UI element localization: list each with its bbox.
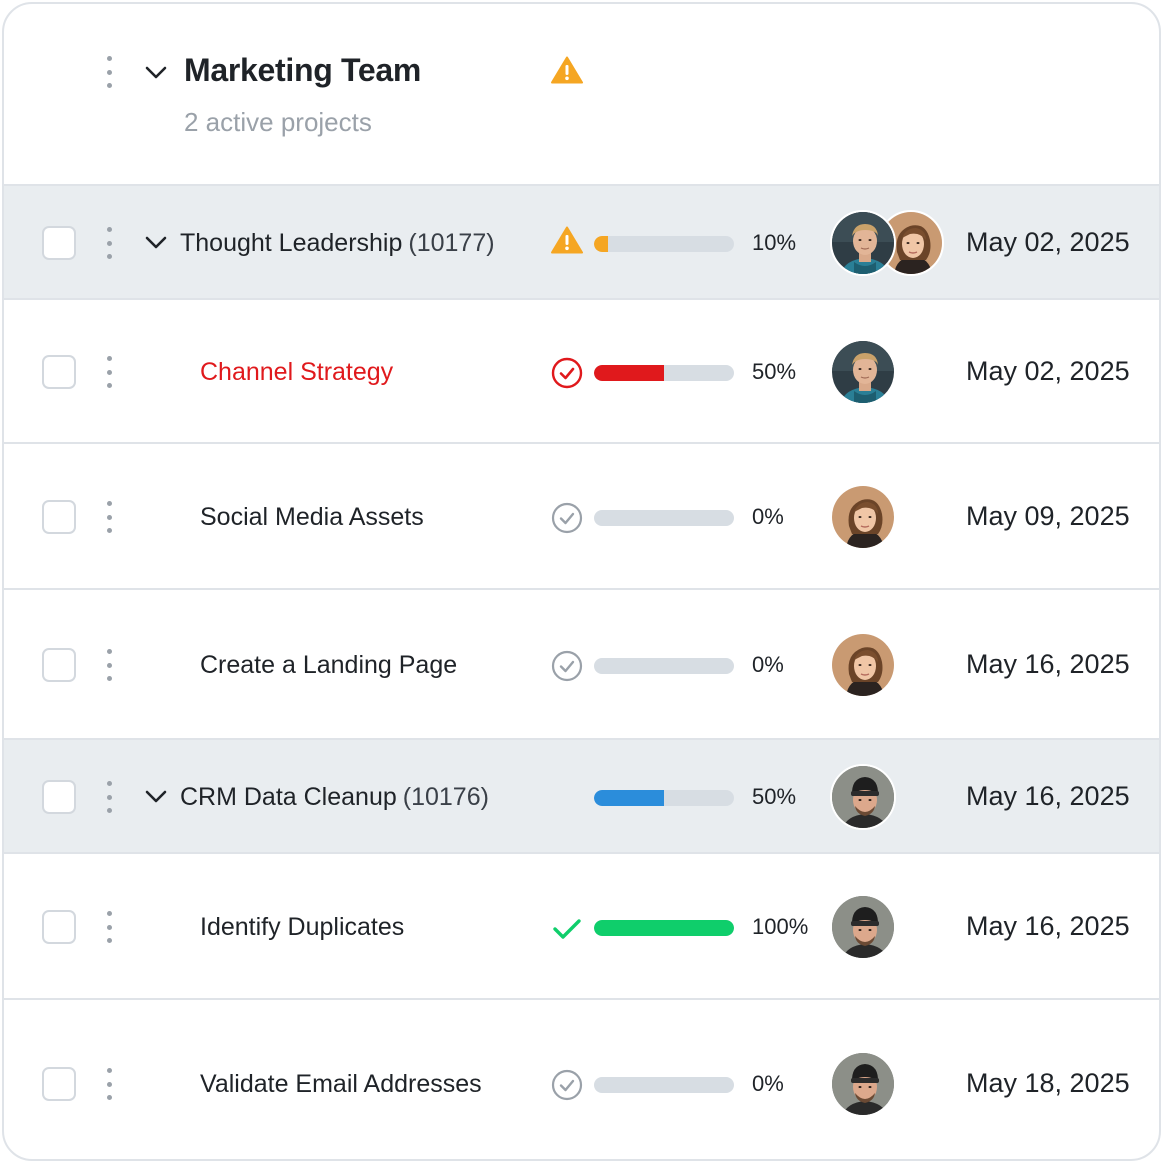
name-text: Create a Landing Page — [200, 651, 458, 679]
row-more-icon[interactable] — [104, 356, 114, 388]
status-icon — [551, 650, 583, 682]
row-checkbox[interactable] — [42, 355, 76, 389]
task-name[interactable]: Identify Duplicates — [200, 913, 404, 942]
pending-check-icon — [551, 650, 583, 682]
assignee-avatar[interactable] — [830, 339, 896, 405]
progress-bar — [594, 510, 734, 526]
progress-fill — [594, 365, 664, 381]
row-checkbox[interactable] — [42, 226, 76, 260]
progress-bar — [594, 236, 734, 252]
task-name[interactable]: Social Media Assets — [200, 503, 424, 532]
task-row[interactable]: Create a Landing Page 0% May 16, 2025 — [4, 588, 1159, 740]
project-name[interactable]: CRM Data Cleanup (10176) — [180, 783, 489, 812]
progress-percent: 0% — [752, 652, 784, 677]
progress-fill — [594, 236, 608, 252]
warning-icon — [551, 226, 583, 254]
progress-percent: 10% — [752, 230, 797, 255]
due-date: May 02, 2025 — [966, 227, 1130, 257]
assignee-avatar[interactable] — [830, 1051, 896, 1117]
progress-fill — [594, 920, 734, 936]
status-icon — [551, 502, 583, 534]
status-icon — [551, 226, 583, 258]
name-text: Social Media Assets — [200, 503, 424, 531]
group-header: Marketing Team 2 active projects — [4, 4, 1159, 186]
name-text: CRM Data Cleanup — [180, 783, 397, 811]
project-id: (10176) — [402, 783, 489, 811]
progress-fill — [594, 790, 664, 806]
assignee-avatar[interactable] — [830, 484, 896, 550]
overdue-check-icon — [551, 357, 583, 389]
assignee-avatar[interactable] — [830, 894, 896, 960]
progress-percent: 100% — [752, 914, 809, 939]
project-group-card: Marketing Team 2 active projects Thought… — [2, 2, 1161, 1161]
name-text: Validate Email Addresses — [200, 1070, 482, 1098]
row-more-icon[interactable] — [104, 781, 114, 813]
task-row[interactable]: Identify Duplicates 100% May 16, 2025 — [4, 852, 1159, 1000]
status-icon — [551, 357, 583, 389]
name-text: Identify Duplicates — [200, 913, 405, 941]
row-more-icon[interactable] — [104, 227, 114, 259]
progress-percent: 50% — [752, 359, 797, 384]
assignee-avatar[interactable] — [830, 764, 896, 830]
project-name[interactable]: Thought Leadership (10177) — [180, 229, 495, 258]
row-checkbox[interactable] — [42, 500, 76, 534]
collapse-chevron-icon[interactable] — [145, 66, 167, 80]
expand-chevron-icon[interactable] — [145, 790, 167, 804]
row-more-icon[interactable] — [104, 501, 114, 533]
row-checkbox[interactable] — [42, 780, 76, 814]
row-checkbox[interactable] — [42, 910, 76, 944]
expand-chevron-icon[interactable] — [145, 236, 167, 250]
progress-bar — [594, 365, 734, 381]
group-subtitle: 2 active projects — [184, 107, 372, 137]
progress-percent: 50% — [752, 784, 797, 809]
row-checkbox[interactable] — [42, 648, 76, 682]
pending-check-icon — [551, 1069, 583, 1101]
progress-percent: 0% — [752, 1071, 784, 1096]
project-row[interactable]: Thought Leadership (10177) 10% May 02, 20… — [4, 184, 1159, 300]
assignee-avatar[interactable] — [830, 210, 896, 276]
task-name[interactable]: Validate Email Addresses — [200, 1070, 482, 1099]
task-row[interactable]: Channel Strategy 50% May 02, 2025 — [4, 298, 1159, 444]
progress-bar — [594, 658, 734, 674]
task-name[interactable]: Channel Strategy — [200, 358, 393, 387]
task-row[interactable]: Validate Email Addresses 0% May 18, 2025 — [4, 998, 1159, 1159]
due-date: May 16, 2025 — [966, 911, 1130, 941]
due-date: May 16, 2025 — [966, 781, 1130, 811]
project-id: (10177) — [408, 229, 495, 257]
task-name[interactable]: Create a Landing Page — [200, 651, 457, 680]
pending-check-icon — [551, 502, 583, 534]
status-icon — [551, 1069, 583, 1101]
progress-percent: 0% — [752, 504, 784, 529]
progress-bar — [594, 920, 734, 936]
task-row[interactable]: Social Media Assets 0% May 09, 2025 — [4, 442, 1159, 590]
name-text: Channel Strategy — [200, 358, 394, 386]
due-date: May 02, 2025 — [966, 356, 1130, 386]
group-title: Marketing Team — [184, 52, 422, 88]
group-more-icon[interactable] — [104, 56, 114, 88]
progress-bar — [594, 1077, 734, 1093]
row-more-icon[interactable] — [104, 1068, 114, 1100]
assignee-avatar[interactable] — [830, 632, 896, 698]
due-date: May 09, 2025 — [966, 501, 1130, 531]
done-check-icon — [553, 919, 581, 939]
due-date: May 16, 2025 — [966, 649, 1130, 679]
row-more-icon[interactable] — [104, 911, 114, 943]
due-date: May 18, 2025 — [966, 1068, 1130, 1098]
row-more-icon[interactable] — [104, 649, 114, 681]
name-text: Thought Leadership — [180, 229, 403, 257]
status-icon — [551, 912, 583, 944]
project-row[interactable]: CRM Data Cleanup (10176) 50% May 16, 2025 — [4, 738, 1159, 854]
warning-icon — [551, 56, 583, 84]
progress-bar — [594, 790, 734, 806]
row-checkbox[interactable] — [42, 1067, 76, 1101]
